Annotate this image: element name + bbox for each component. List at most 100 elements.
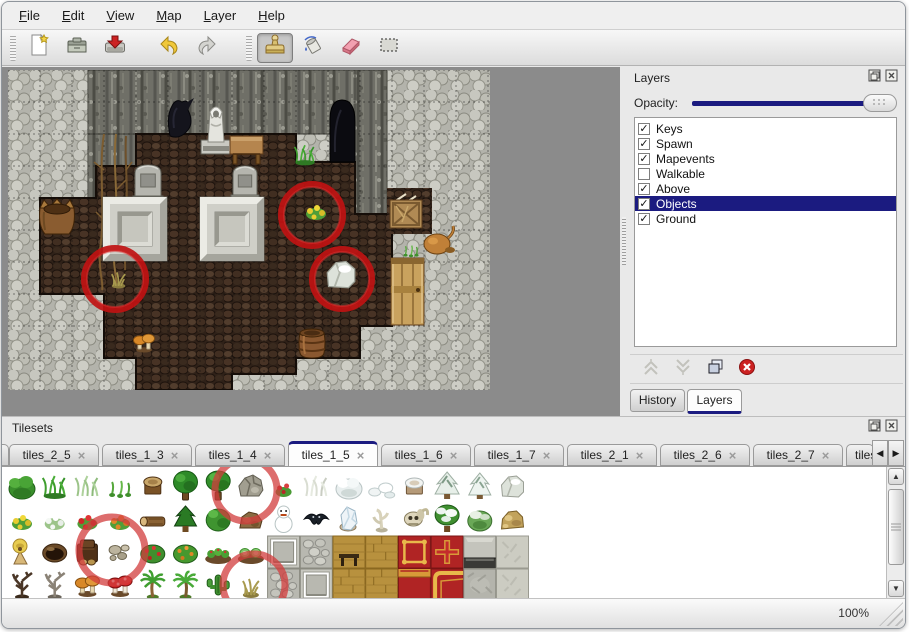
tileset-tab-tiles_2_5[interactable]: tiles_2_5× bbox=[9, 444, 99, 466]
layer-duplicate-button[interactable] bbox=[704, 358, 726, 380]
layer-row-above[interactable]: ✓Above bbox=[635, 181, 896, 196]
tile-carpet-cross[interactable] bbox=[431, 536, 463, 568]
scroll-down-icon[interactable]: ▼ bbox=[888, 580, 904, 597]
tileset-tab-tiles_1_5[interactable]: tiles_1_5× bbox=[288, 441, 378, 467]
tileset-tab-tiles_1_4[interactable]: tiles_1_4× bbox=[195, 444, 285, 466]
tile-moss-mound[interactable] bbox=[468, 511, 492, 531]
panel-tab-layers[interactable]: Layers bbox=[687, 389, 742, 414]
tile-carpet-border[interactable] bbox=[398, 569, 430, 599]
layer-delete-button[interactable] bbox=[736, 358, 758, 380]
tile-stone-pale[interactable] bbox=[497, 536, 529, 568]
menu-layer[interactable]: Layer bbox=[193, 4, 248, 27]
tileset-tab-tiles_2_7[interactable]: tiles_2_7× bbox=[753, 444, 843, 466]
menu-edit[interactable]: Edit bbox=[51, 4, 95, 27]
fill-button[interactable] bbox=[295, 33, 331, 63]
map-editor-area[interactable] bbox=[2, 67, 620, 416]
layer-row-keys[interactable]: ✓Keys bbox=[635, 121, 896, 136]
layer-visibility-checkbox[interactable] bbox=[638, 168, 650, 180]
tab-close-icon[interactable]: × bbox=[822, 448, 830, 463]
main-area: Layers Opacity: ✓K bbox=[2, 67, 905, 416]
tile-carpet-corner[interactable] bbox=[431, 569, 463, 599]
tile-bush-green[interactable] bbox=[9, 476, 35, 499]
tileset-tab-tiles_1_7[interactable]: tiles_1_7× bbox=[474, 444, 564, 466]
tileset-canvas[interactable] bbox=[2, 467, 888, 599]
scroll-up-icon[interactable]: ▲ bbox=[888, 468, 904, 485]
tileset-tab-tiles_2_6[interactable]: tiles_2_6× bbox=[660, 444, 750, 466]
tab-close-icon[interactable]: × bbox=[171, 448, 179, 463]
layer-row-ground[interactable]: ✓Ground bbox=[635, 211, 896, 226]
layer-row-mapevents[interactable]: ✓Mapevents bbox=[635, 151, 896, 166]
layer-visibility-checkbox[interactable]: ✓ bbox=[638, 198, 650, 210]
tile-stone-base[interactable] bbox=[464, 536, 496, 568]
tab-close-icon[interactable]: × bbox=[636, 448, 644, 463]
resize-grip-icon[interactable] bbox=[879, 602, 903, 626]
layer-visibility-checkbox[interactable]: ✓ bbox=[638, 213, 650, 225]
float-panel-icon[interactable] bbox=[868, 419, 882, 433]
close-panel-icon[interactable] bbox=[885, 419, 899, 433]
tileset-tab-tiles_2_1[interactable]: tiles_2_1× bbox=[567, 444, 657, 466]
tab-close-icon[interactable]: × bbox=[450, 448, 458, 463]
redo-button[interactable] bbox=[189, 33, 225, 63]
layer-move-up-button[interactable] bbox=[640, 358, 662, 380]
layer-visibility-checkbox[interactable]: ✓ bbox=[638, 123, 650, 135]
layer-visibility-checkbox[interactable]: ✓ bbox=[638, 153, 650, 165]
tab-scroll-right-icon[interactable]: ▶ bbox=[888, 440, 904, 466]
toolbar-drag-handle[interactable] bbox=[246, 35, 252, 61]
float-panel-icon[interactable] bbox=[868, 69, 882, 83]
opacity-slider[interactable] bbox=[690, 93, 897, 113]
tab-close-icon[interactable]: × bbox=[78, 448, 86, 463]
tab-close-icon[interactable]: × bbox=[264, 448, 272, 463]
tile-dirt-hole[interactable] bbox=[43, 544, 67, 562]
tileset-tab-tiles[interactable]: tiles_ bbox=[846, 444, 874, 466]
tab-scroll-left-icon[interactable]: ◀ bbox=[872, 440, 888, 466]
tile-snow-bush[interactable] bbox=[336, 478, 362, 499]
vertical-splitter[interactable] bbox=[620, 67, 628, 416]
toolbar-drag-handle[interactable] bbox=[10, 35, 16, 61]
tile-wood-plain[interactable] bbox=[366, 536, 398, 568]
tile-snowman[interactable] bbox=[275, 506, 292, 533]
menu-help[interactable]: Help bbox=[247, 4, 296, 27]
tile-stone-frame[interactable] bbox=[300, 569, 332, 599]
menu-file[interactable]: File bbox=[8, 4, 51, 27]
tileset-tab-tiles_1_6[interactable]: tiles_1_6× bbox=[381, 444, 471, 466]
tile-berry-bush2[interactable] bbox=[174, 545, 198, 563]
tile-wood-plain[interactable] bbox=[333, 569, 365, 599]
tab-clipped-edge bbox=[2, 444, 9, 466]
layer-visibility-checkbox[interactable]: ✓ bbox=[638, 138, 650, 150]
menu-view[interactable]: View bbox=[95, 4, 145, 27]
tileset-tab-tiles_1_3[interactable]: tiles_1_3× bbox=[102, 444, 192, 466]
tile-stump[interactable] bbox=[144, 477, 162, 494]
rect-select-button[interactable] bbox=[371, 33, 407, 63]
layer-row-objects[interactable]: ✓Objects bbox=[635, 196, 896, 211]
tile-snow-stump[interactable] bbox=[405, 478, 423, 494]
opacity-slider-handle[interactable] bbox=[863, 94, 897, 112]
tab-close-icon[interactable]: × bbox=[543, 448, 551, 463]
stamp-button[interactable] bbox=[257, 33, 293, 63]
map-canvas[interactable] bbox=[8, 70, 490, 390]
panel-tab-history[interactable]: History bbox=[630, 389, 685, 412]
tile-wood-plain[interactable] bbox=[366, 569, 398, 599]
undo-button[interactable] bbox=[151, 33, 187, 63]
tileset-scrollbar[interactable]: ▲ ▼ bbox=[886, 467, 905, 599]
save-button[interactable] bbox=[97, 33, 133, 63]
layer-row-spawn[interactable]: ✓Spawn bbox=[635, 136, 896, 151]
layer-visibility-checkbox[interactable]: ✓ bbox=[638, 183, 650, 195]
undo-icon bbox=[157, 33, 181, 62]
scrollbar-thumb[interactable] bbox=[888, 489, 904, 565]
tile-log[interactable] bbox=[140, 517, 165, 526]
tab-close-icon[interactable]: × bbox=[729, 448, 737, 463]
eraser-button[interactable] bbox=[333, 33, 369, 63]
tab-close-icon[interactable]: × bbox=[357, 448, 365, 463]
open-button[interactable] bbox=[59, 33, 95, 63]
tile-carpet-square[interactable] bbox=[398, 536, 430, 568]
menu-map[interactable]: Map bbox=[145, 4, 192, 27]
tile-wood-table[interactable] bbox=[333, 536, 365, 568]
layer-move-down-button[interactable] bbox=[672, 358, 694, 380]
close-panel-icon[interactable] bbox=[885, 69, 899, 83]
thumb-grip-icon bbox=[891, 523, 901, 531]
tile-stone-pebble[interactable] bbox=[300, 536, 332, 568]
tile-stone-gray[interactable] bbox=[464, 569, 496, 599]
tile-stone-pale[interactable] bbox=[497, 569, 529, 599]
layer-row-walkable[interactable]: Walkable bbox=[635, 166, 896, 181]
new-file-button[interactable] bbox=[21, 33, 57, 63]
